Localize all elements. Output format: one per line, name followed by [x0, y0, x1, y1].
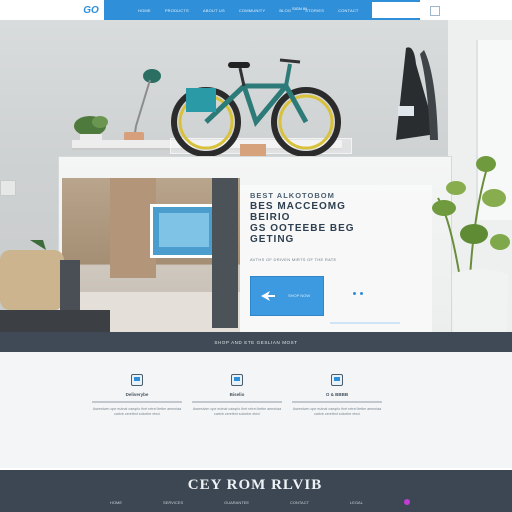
carousel-dot-2[interactable] [360, 292, 363, 295]
feature-title-1: Deliverybe [125, 392, 149, 397]
sign-in-button[interactable] [372, 2, 420, 18]
carousel-dot-1[interactable] [353, 292, 356, 295]
nav-link-products[interactable]: PRODUCTS [165, 8, 189, 13]
desk-lamp-image [124, 69, 161, 146]
sign-in-label[interactable]: SIGN IN [292, 6, 307, 11]
promo-band-text: SHOP AND ETE GESLIAN MOST [214, 339, 298, 345]
hero-divider [330, 322, 400, 324]
feature-divider [92, 401, 182, 403]
feature-title-2: Biselio [229, 392, 245, 397]
footer-link-guarantee[interactable]: GUARANTEE [224, 500, 249, 505]
nav-links: HOME PRODUCTS ABOUT US COMMUNITY BLOG ST… [138, 0, 359, 20]
footer-link-contact[interactable]: CONTACT [290, 500, 309, 505]
feature-text-3: Aseesiven ope eutnat caeqrlo thet retrei… [292, 407, 382, 416]
nav-link-home[interactable]: HOME [138, 8, 151, 13]
room-door [212, 178, 238, 328]
feature-card-3: O & BBBB Aseesiven ope eutnat caeqrlo th… [292, 374, 382, 417]
top-nav: GO HOME PRODUCTS ABOUT US COMMUNITY BLOG… [78, 0, 420, 20]
shop-now-label: SHOP NOW [288, 293, 311, 298]
social-icon[interactable] [403, 499, 410, 505]
feature-divider [292, 401, 382, 403]
menu-icon[interactable] [430, 6, 440, 16]
hero-subtitle: AVTHS OF DRIVEN MIRTS OF THE RATE [250, 257, 337, 262]
arrow-icon [261, 291, 275, 301]
promo-band: SHOP AND ETE GESLIAN MOST [0, 332, 512, 352]
feature-card-1: Deliverybe Aseesiven ope eutnat caeqrlo … [92, 374, 182, 417]
brand-logo[interactable]: GO [78, 0, 104, 20]
footer-title: CEY ROM RLVIB [187, 477, 323, 493]
hero-title-line-3: GS OOTEEBE BEG GETING [250, 223, 355, 245]
support-icon [331, 374, 343, 386]
box-icon [231, 374, 243, 386]
feature-title-3: O & BBBB [325, 392, 349, 397]
footer-link-home[interactable]: HOME [110, 500, 122, 505]
wall-switch [0, 180, 16, 196]
bicycle-image [171, 58, 341, 160]
nav-link-contact[interactable]: CONTACT [338, 8, 358, 13]
nav-link-stories[interactable]: STORIES [305, 8, 324, 13]
room-display [150, 204, 218, 258]
nav-link-about[interactable]: ABOUT US [203, 8, 225, 13]
hero-section: BEST ALKOTOBOM BES MACCEOMG BEIRIO GS OO… [0, 20, 512, 350]
footer-link-legal[interactable]: LEGAL [350, 500, 363, 505]
hanging-bag-image [396, 47, 438, 141]
delivery-icon [131, 374, 143, 386]
brand-logo-text: GO [83, 4, 99, 16]
feature-card-2: Biselio Aseesiven ope eutnat caeqrlo the… [192, 374, 282, 417]
hero-title: BEST ALKOTOBOM BES MACCEOMG BEIRIO GS OO… [250, 190, 390, 245]
shop-now-button[interactable]: SHOP NOW [250, 276, 324, 316]
footer-links: HOME SERVICES GUARANTEE CONTACT LEGAL [110, 499, 410, 505]
feature-text-2: Aseesiven ope eutnat caeqrlo thet retrei… [192, 407, 282, 416]
nav-link-community[interactable]: COMMUNITY [239, 8, 265, 13]
features-section: Deliverybe Aseesiven ope eutnat caeqrlo … [0, 352, 512, 468]
footer-link-services[interactable]: SERVICES [163, 500, 183, 505]
feature-text-1: Aseesiven ope eutnat caeqrlo thet retrei… [92, 407, 182, 416]
nav-link-blog[interactable]: BLOG [279, 8, 291, 13]
feature-divider [192, 401, 282, 403]
carousel-dots [353, 292, 363, 295]
hero-title-line-2: BES MACCEOMG BEIRIO [250, 201, 346, 223]
site-footer: CEY ROM RLVIB HOME SERVICES GUARANTEE CO… [0, 470, 512, 512]
hero-title-line-1: BEST ALKOTOBOM [250, 191, 335, 200]
